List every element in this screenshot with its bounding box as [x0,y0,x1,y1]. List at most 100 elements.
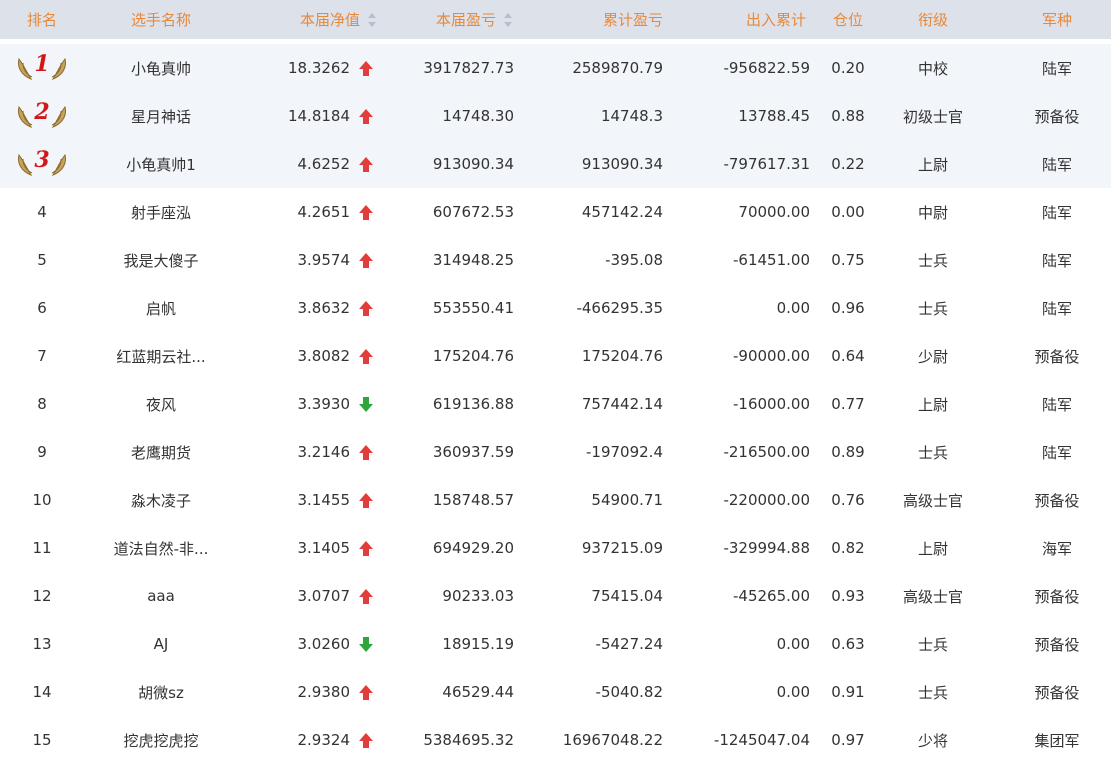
service-branch: 陆军 [1041,299,1072,318]
rank-number: 13 [32,635,52,653]
table-row[interactable]: 8 夜风 3.3930 619136.88 757442.14 -16000.00 0.77… [0,380,1111,428]
service-branch: 陆军 [1041,59,1072,78]
header-branch[interactable]: 军种 [990,0,1111,39]
rank-grade: 士兵 [917,635,948,654]
sort-icon[interactable] [504,12,512,27]
cumulative-profit: 2589870.79 [572,59,663,77]
rank-cell: 2 [0,92,84,140]
season-profit: 553550.41 [432,299,514,317]
cumulative-profit: -466295.35 [576,299,663,317]
header-rank[interactable]: 排名 [0,0,84,39]
header-profit[interactable]: 本届盈亏 [380,0,512,39]
player-name[interactable]: 射手座泓 [84,188,238,236]
table-row[interactable]: 4 射手座泓 4.2651 607672.53 457142.24 70000.00 0.0… [0,188,1111,236]
header-name[interactable]: 选手名称 [84,0,238,39]
leaderboard-table: 排名 选手名称 本届净值 本届盈亏 累计盈亏 出入累计 仓位 衔级 军种 1 小龟… [0,0,1111,759]
header-profit-label[interactable]: 本届盈亏 [436,9,496,30]
nav-value: 3.0260 [297,635,351,653]
cash-flow: -329994.88 [723,539,810,557]
arrow-up-icon [359,300,373,316]
table-row[interactable]: 3 小龟真帅1 4.6252 913090.34 913090.34 -797617.31… [0,140,1111,188]
arrow-up-icon [359,60,373,76]
table-row[interactable]: 2 星月神话 14.8184 14748.30 14748.3 13788.45 0.88 初… [0,92,1111,140]
trend-cell [354,44,378,92]
cumulative-profit: -5040.82 [595,683,663,701]
arrow-up-icon [359,684,373,700]
table-row[interactable]: 10 淼木凌子 3.1455 158748.57 54900.71 -220000.00 0… [0,476,1111,524]
player-name[interactable]: 淼木凌子 [84,476,238,524]
cash-flow: 0.00 [776,683,810,701]
table-row[interactable]: 6 启帆 3.8632 553550.41 -466295.35 0.00 0.96 士兵 陆军 [0,284,1111,332]
nav-value: 3.3930 [297,395,351,413]
service-branch: 预备役 [1034,491,1080,510]
cumulative-profit: -5427.24 [595,635,663,653]
nav-value: 3.0707 [297,587,351,605]
position-ratio: 0.89 [831,443,865,461]
rank-grade: 中尉 [917,203,948,222]
season-profit: 90233.03 [442,587,514,605]
service-branch: 预备役 [1034,683,1080,702]
position-ratio: 0.64 [831,347,865,365]
nav-value: 2.9380 [297,683,351,701]
season-profit: 14748.30 [442,107,514,125]
table-row[interactable]: 12 aaa 3.0707 90233.03 75415.04 -45265.00 0.93… [0,572,1111,620]
trend-cell [354,428,378,476]
service-branch: 海军 [1041,539,1072,558]
header-pos[interactable]: 仓位 [810,0,886,39]
rank-number: 1 [34,51,50,77]
table-row[interactable]: 13 AJ 3.0260 18915.19 -5427.24 0.00 0.63 士兵 预备役 [0,620,1111,668]
rank-grade: 上尉 [917,395,948,414]
player-name[interactable]: 小龟真帅 [84,44,238,92]
player-name[interactable]: 道法自然-非... [84,524,238,572]
player-name[interactable]: aaa [84,572,238,620]
service-branch: 集团军 [1034,731,1080,750]
player-name[interactable]: AJ [84,620,238,668]
player-name[interactable]: 我是大傻子 [84,236,238,284]
player-name[interactable]: 启帆 [84,284,238,332]
trend-cell [354,380,378,428]
player-name[interactable]: 胡微sz [84,668,238,716]
rank-number: 4 [37,203,47,221]
table-row[interactable]: 14 胡微sz 2.9380 46529.44 -5040.82 0.00 0.91 士兵 预备… [0,668,1111,716]
table-header: 排名 选手名称 本届净值 本届盈亏 累计盈亏 出入累计 仓位 衔级 军种 [0,0,1111,39]
header-grade[interactable]: 衔级 [886,0,980,39]
player-name[interactable]: 老鹰期货 [84,428,238,476]
player-name[interactable]: 夜风 [84,380,238,428]
player-name[interactable]: 星月神话 [84,92,238,140]
header-flow[interactable]: 出入累计 [663,0,806,39]
service-branch: 预备役 [1034,347,1080,366]
service-branch: 陆军 [1041,395,1072,414]
sort-icon[interactable] [368,12,376,27]
header-nav-label[interactable]: 本届净值 [300,9,360,30]
player-name[interactable]: 红蓝期云社... [84,332,238,380]
cash-flow: -220000.00 [723,491,810,509]
arrow-up-icon [359,204,373,220]
trend-cell [354,332,378,380]
table-row[interactable]: 9 老鹰期货 3.2146 360937.59 -197092.4 -216500.00 0… [0,428,1111,476]
table-row[interactable]: 5 我是大傻子 3.9574 314948.25 -395.08 -61451.00 0.7… [0,236,1111,284]
cash-flow: 13788.45 [738,107,810,125]
table-row[interactable]: 11 道法自然-非... 3.1405 694929.20 937215.09 -3299… [0,524,1111,572]
cumulative-profit: -197092.4 [586,443,663,461]
position-ratio: 0.93 [831,587,865,605]
header-cum[interactable]: 累计盈亏 [514,0,663,39]
table-row[interactable]: 1 小龟真帅 18.3262 3917827.73 2589870.79 -956822.… [0,44,1111,92]
table-row[interactable]: 15 挖虎挖虎挖 2.9324 5384695.32 16967048.22 -12450… [0,716,1111,759]
cash-flow: -16000.00 [733,395,810,413]
rank-number: 3 [34,147,50,173]
cumulative-profit: 54900.71 [591,491,663,509]
rank-grade: 少尉 [917,347,948,366]
player-name[interactable]: 挖虎挖虎挖 [84,716,238,759]
rank-number: 15 [32,731,52,749]
arrow-up-icon [359,732,373,748]
header-nav[interactable]: 本届净值 [238,0,376,39]
cumulative-profit: 937215.09 [581,539,663,557]
rank-number: 6 [37,299,47,317]
cash-flow: -956822.59 [723,59,810,77]
rank-number: 9 [37,443,47,461]
player-name[interactable]: 小龟真帅1 [84,140,238,188]
table-row[interactable]: 7 红蓝期云社... 3.8082 175204.76 175204.76 -90000.… [0,332,1111,380]
season-profit: 5384695.32 [423,731,514,749]
season-profit: 314948.25 [432,251,514,269]
position-ratio: 0.96 [831,299,865,317]
